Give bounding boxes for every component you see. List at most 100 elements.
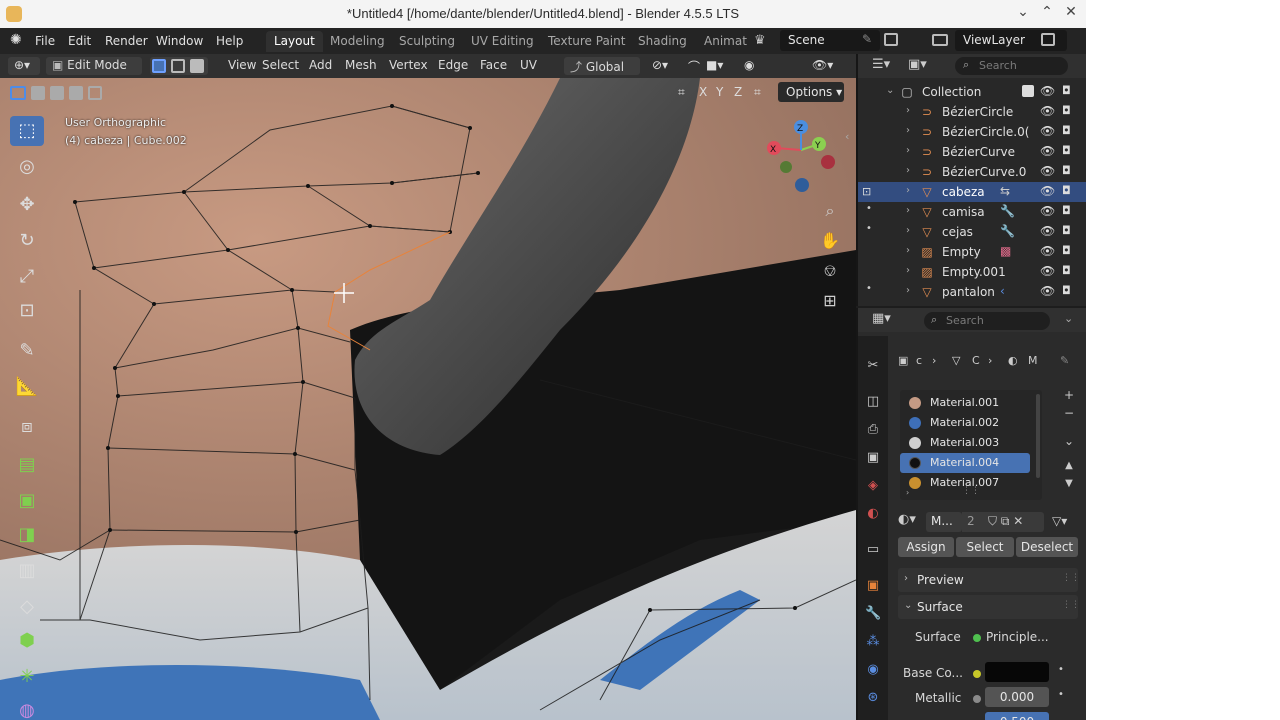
menu-help[interactable]: Help: [216, 34, 243, 48]
blender-logo-icon[interactable]: ✺: [10, 32, 22, 48]
eye-icon[interactable]: 👁: [1040, 164, 1055, 178]
menu-file[interactable]: File: [35, 34, 55, 48]
collection-row[interactable]: ⌄ ▢ Collection 👁 ◘: [858, 82, 1086, 102]
transform-orientation[interactable]: ⤴ Global: [564, 57, 640, 75]
keyframe-dot-icon[interactable]: •: [1058, 689, 1064, 700]
zoom-icon[interactable]: ⌕: [817, 198, 843, 224]
collection-tab-icon[interactable]: ▭: [865, 542, 881, 558]
menu-add[interactable]: Add: [303, 57, 338, 75]
camera-icon[interactable]: ◘: [1062, 244, 1071, 257]
editor-type-button[interactable]: ⊕▾: [8, 57, 40, 75]
scale-tool-icon[interactable]: ⤢: [10, 262, 44, 292]
remove-slot-button[interactable]: −: [1059, 406, 1079, 424]
eye-icon[interactable]: 👁: [1040, 244, 1055, 258]
camera-icon[interactable]: ◘: [1062, 284, 1071, 297]
drag-handle-icon[interactable]: ⋮⋮: [1062, 573, 1080, 583]
outliner-item-cejas[interactable]: • › ▽ cejas 🔧 👁 ◘: [858, 222, 1086, 242]
checkbox-icon[interactable]: [1022, 85, 1034, 97]
smooth-tool-icon[interactable]: ◍: [10, 696, 44, 720]
material-slot-active[interactable]: Material.004: [900, 453, 1030, 473]
metallic-field[interactable]: 0.000: [985, 687, 1049, 707]
material-slot-list[interactable]: Material.001 Material.002 Material.003 M…: [900, 390, 1042, 500]
menu-uv[interactable]: UV: [514, 57, 543, 75]
slot-menu-icon[interactable]: ⌄: [1059, 434, 1079, 452]
material-slot[interactable]: Material.003: [900, 433, 1030, 453]
expand-arrow-icon[interactable]: ›: [906, 285, 910, 296]
assign-button[interactable]: Assign: [898, 537, 954, 557]
node-link-icon[interactable]: ▽▾: [1052, 514, 1067, 528]
new-scene-icon[interactable]: [884, 33, 898, 46]
menu-select[interactable]: Select: [256, 57, 305, 75]
outliner-item-beziercurve[interactable]: › ⊃ BézierCurve 👁 ◘: [858, 142, 1086, 162]
outliner-item-cabeza[interactable]: ⊡ › ▽ cabeza ⇆ 👁 ◘: [858, 182, 1086, 202]
poly-build-tool-icon[interactable]: ⬢: [10, 626, 44, 656]
move-tool-icon[interactable]: ✥: [10, 190, 44, 220]
expand-arrow-icon[interactable]: ›: [906, 165, 910, 176]
eye-icon[interactable]: 👁: [1040, 144, 1055, 158]
viewlayer-icon[interactable]: [932, 34, 948, 46]
select-box-icon[interactable]: [10, 86, 26, 100]
move-up-icon[interactable]: ▲: [1059, 460, 1079, 478]
outliner-item-empty-001[interactable]: › ▨ Empty.001 👁 ◘: [858, 262, 1086, 282]
select-button[interactable]: Select: [956, 537, 1014, 557]
expand-arrow-icon[interactable]: ›: [906, 245, 910, 256]
surface-panel-header[interactable]: ⌄ Surface ⋮⋮: [898, 595, 1080, 619]
viewport-scene[interactable]: Z Y X: [0, 78, 856, 720]
roughness-field[interactable]: 0.500: [985, 712, 1049, 720]
select-subtract-icon[interactable]: [50, 86, 64, 100]
scene-icon[interactable]: ♛: [754, 33, 766, 48]
pivot-icon[interactable]: ⊘▾: [646, 57, 674, 75]
camera-icon[interactable]: ◘: [1062, 164, 1071, 177]
sidebar-toggle-icon[interactable]: ‹: [845, 130, 849, 143]
3d-viewport[interactable]: Z Y X User Orthographic (4) cabeza | Cub…: [0, 78, 856, 720]
camera-icon[interactable]: ◘: [1062, 124, 1071, 137]
menu-render[interactable]: Render: [105, 34, 148, 48]
extrude-tool-icon[interactable]: ▤: [10, 450, 44, 480]
material-name-field[interactable]: M...: [926, 512, 962, 532]
surface-shader-field[interactable]: Principle...: [986, 630, 1049, 644]
keyframe-dot-icon[interactable]: •: [1058, 664, 1064, 675]
select-extend-icon[interactable]: [31, 86, 45, 100]
outliner-item-beziercircle[interactable]: › ⊃ BézierCircle 👁 ◘: [858, 102, 1086, 122]
options-button[interactable]: Options ▾: [778, 82, 844, 102]
output-tab-icon[interactable]: ⎙: [865, 422, 881, 438]
axis-x-button[interactable]: X: [699, 85, 707, 99]
constraints-tab-icon[interactable]: ⊛: [865, 690, 881, 706]
shader-socket-icon[interactable]: [973, 634, 981, 642]
eye-icon[interactable]: 👁: [1040, 204, 1055, 218]
select-invert-icon[interactable]: [69, 86, 83, 100]
outliner-search[interactable]: ⌕ Search: [955, 57, 1068, 75]
tab-sculpting[interactable]: Sculpting: [391, 31, 463, 52]
display-mode-icon[interactable]: ▣▾: [908, 57, 927, 72]
camera-icon[interactable]: ◘: [1062, 144, 1071, 157]
expand-arrow-icon[interactable]: ›: [906, 145, 910, 156]
mirror-icon[interactable]: ⌗: [678, 85, 685, 100]
unlink-icon[interactable]: ✕: [1013, 514, 1023, 528]
tab-animation[interactable]: Animat: [696, 31, 755, 52]
vertex-select-icon[interactable]: [152, 59, 166, 73]
axis-z-button[interactable]: Z: [734, 85, 742, 99]
tool-tab-icon[interactable]: ✂: [865, 358, 881, 374]
eye-icon[interactable]: 👁: [1040, 224, 1055, 238]
menu-vertex[interactable]: Vertex: [383, 57, 434, 75]
particles-tab-icon[interactable]: ⁂: [865, 634, 881, 650]
annotate-tool-icon[interactable]: ✎: [10, 336, 44, 366]
menu-mesh[interactable]: Mesh: [339, 57, 383, 75]
resize-handle-icon[interactable]: ⋮⋮: [962, 486, 980, 496]
knife-tool-icon[interactable]: ◇: [10, 592, 44, 622]
select-tool-icon[interactable]: ⬚: [10, 116, 44, 146]
rotate-tool-icon[interactable]: ↻: [10, 226, 44, 256]
expand-arrow-icon[interactable]: ›: [906, 205, 910, 216]
edit-mode-row-icon[interactable]: ⊡: [862, 185, 871, 198]
fake-user-icon[interactable]: ⛉: [988, 514, 997, 528]
material-slot[interactable]: Material.002: [900, 413, 1030, 433]
move-down-icon[interactable]: ▼: [1059, 478, 1079, 496]
physics-tab-icon[interactable]: ◉: [865, 662, 881, 678]
tab-shading[interactable]: Shading: [630, 31, 695, 52]
axis-y-button[interactable]: Y: [716, 85, 723, 99]
collapse-arrow-icon[interactable]: ⌄: [886, 85, 894, 96]
minimize-button[interactable]: ⌄: [1014, 4, 1032, 24]
outliner-editor-icon[interactable]: ☰▾: [872, 57, 890, 72]
dropdown-icon[interactable]: ⌄: [1064, 312, 1073, 325]
inset-tool-icon[interactable]: ▣: [10, 486, 44, 516]
